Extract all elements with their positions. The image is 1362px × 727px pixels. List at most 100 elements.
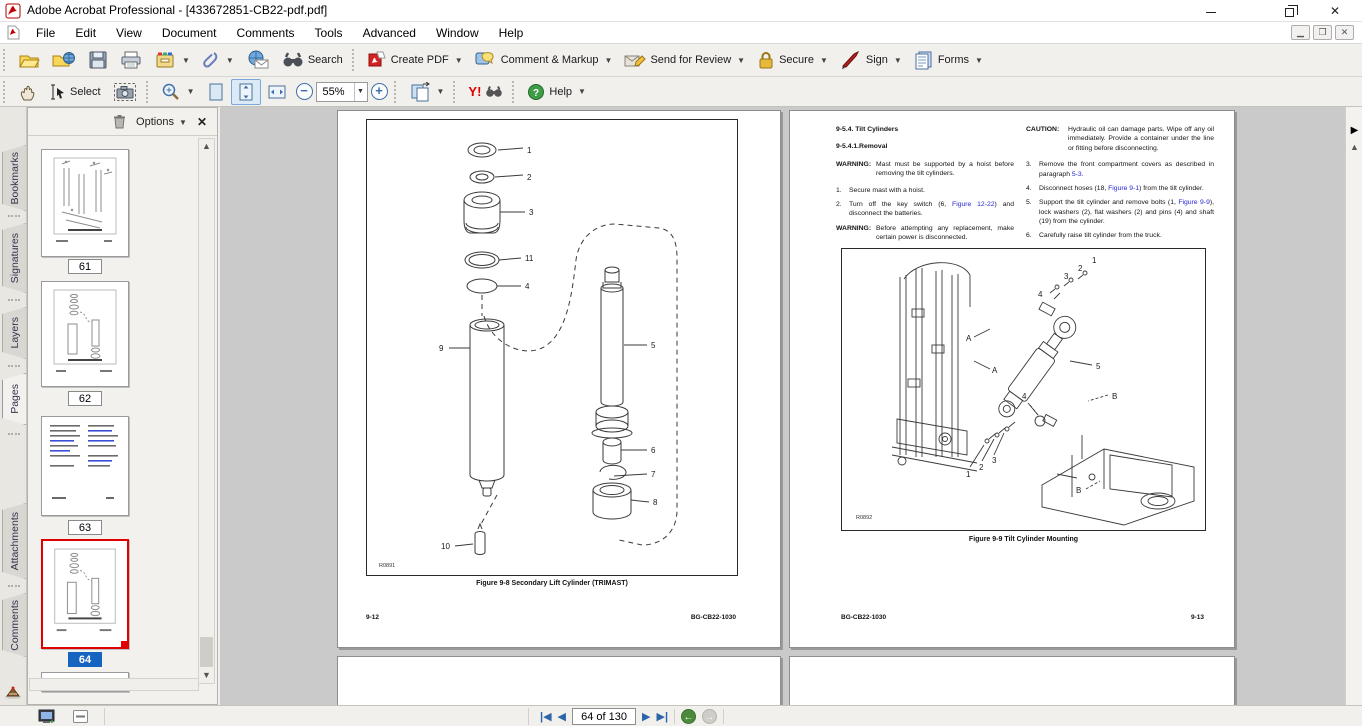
part-label: 4 (525, 282, 530, 291)
figure-9-8-caption: Figure 9-8 Secondary Lift Cylinder (TRIM… (366, 580, 738, 587)
email-button[interactable] (240, 47, 276, 73)
sidebar-tab-attachments[interactable]: Attachments (2, 503, 26, 579)
page-thumbnail-62[interactable] (41, 281, 129, 387)
fit-visible-button[interactable] (261, 79, 293, 105)
sidebar-tab-bookmarks[interactable]: Bookmarks (2, 145, 26, 211)
menu-advanced[interactable]: Advanced (353, 22, 426, 44)
options-menu-button[interactable]: Options ▼ (136, 116, 187, 128)
panel-close-icon[interactable]: ✕ (197, 115, 207, 129)
panel-horizontal-scrollbar[interactable] (29, 678, 199, 691)
mdi-minimize-button[interactable]: ▁ (1291, 25, 1310, 40)
box-icon[interactable] (72, 709, 89, 724)
save-button[interactable] (82, 47, 114, 73)
comment-markup-button[interactable]: Comment & Markup▼ (469, 47, 619, 73)
sidebar-tab-layers[interactable]: Layers (2, 307, 26, 359)
warning-block: WARNING: Mast must be supported by a hoi… (836, 160, 1014, 179)
scroll-down-icon[interactable]: ▼ (199, 668, 214, 683)
menu-view[interactable]: View (106, 22, 152, 44)
page-number-label[interactable]: 61 (68, 259, 102, 274)
step-text-part: . (1082, 171, 1084, 178)
part-label: B (1076, 486, 1081, 495)
next-view-icon[interactable]: → (702, 709, 717, 724)
last-page-icon[interactable]: ▶| (656, 707, 668, 727)
minimize-button[interactable] (1198, 2, 1224, 20)
figure-link[interactable]: Figure 9-1 (1108, 185, 1139, 192)
window-title: Adobe Acrobat Professional - [433672851-… (27, 3, 327, 17)
hand-tool-button[interactable] (12, 79, 44, 105)
create-pdf-button[interactable]: Create PDF▼ (361, 47, 469, 73)
page-thumbnail-63[interactable] (41, 416, 129, 516)
page-number-input[interactable] (572, 708, 636, 725)
send-for-review-button[interactable]: Send for Review▼ (618, 47, 751, 73)
first-page-icon[interactable]: |◀ (540, 707, 552, 727)
fit-width-button[interactable] (231, 79, 261, 105)
menu-file[interactable]: File (26, 22, 65, 44)
monitor-icon[interactable] (38, 709, 55, 724)
organizer-button[interactable]: ▼ (148, 47, 196, 73)
fit-page-button[interactable] (201, 79, 231, 105)
prev-page-icon[interactable]: ◀ (558, 707, 566, 727)
paragraph-link[interactable]: 5-3 (1072, 171, 1082, 178)
sidebar-tab-pages[interactable]: Pages (2, 373, 26, 425)
print-icon (120, 50, 142, 70)
email-icon (246, 50, 270, 70)
sidebar-tab-comments[interactable]: Comments (2, 593, 26, 657)
sign-button[interactable]: Sign▼ (834, 47, 908, 73)
page-number-label[interactable]: 63 (68, 520, 102, 535)
menu-tools[interactable]: Tools (305, 22, 353, 44)
page-number-label[interactable]: 62 (68, 391, 102, 406)
menu-comments[interactable]: Comments (227, 22, 305, 44)
trash-icon[interactable] (113, 114, 126, 129)
zoom-level-combo[interactable]: 55% ▼ (316, 82, 368, 102)
attach-file-button[interactable]: ▼ (196, 47, 240, 73)
zoom-tool-button[interactable]: ▼ (155, 79, 201, 105)
zoom-out-button[interactable]: − (296, 83, 313, 100)
select-tool-icon (50, 83, 66, 101)
forms-button[interactable]: Forms▼ (908, 47, 989, 73)
help-button[interactable]: ? Help▼ (521, 79, 592, 105)
comment-markup-icon (475, 50, 497, 70)
secure-button[interactable]: Secure▼ (751, 47, 834, 73)
menu-help[interactable]: Help (489, 22, 534, 44)
scrollbar-thumb[interactable] (200, 637, 213, 667)
page-footer-doc-id: BG-CB22-1030 (691, 614, 736, 621)
scroll-up-icon[interactable]: ▲ (1348, 141, 1361, 154)
panel-expand-icon[interactable]: ▶ (1348, 123, 1361, 139)
sidebar-tab-signatures[interactable]: Signatures (2, 223, 26, 293)
document-scrollbar[interactable]: ▶ ▲ (1345, 107, 1362, 705)
zoom-in-button[interactable]: + (371, 83, 388, 100)
snapshot-button[interactable] (107, 79, 143, 105)
open-button[interactable] (12, 47, 46, 73)
search-button[interactable]: Search (276, 47, 349, 73)
page-number-label-selected[interactable]: 64 (68, 652, 102, 667)
step-item: 2. Turn off the key switch (6, Figure 12… (836, 200, 1014, 219)
page-thumbnail-61[interactable] (41, 149, 129, 257)
dropdown-caret-icon: ▼ (578, 87, 586, 96)
open-web-button[interactable] (46, 47, 82, 73)
select-tool-button[interactable]: Select (44, 79, 107, 105)
page-display-button[interactable]: ▼ (403, 79, 451, 105)
scroll-up-icon[interactable]: ▲ (199, 139, 214, 154)
fit-visible-icon (267, 82, 287, 102)
step-number: 3. (1026, 160, 1039, 179)
previous-view-icon[interactable]: ← (681, 709, 696, 724)
mdi-restore-button[interactable]: ❒ (1313, 25, 1332, 40)
menu-edit[interactable]: Edit (65, 22, 106, 44)
print-button[interactable] (114, 47, 148, 73)
mdi-close-button[interactable]: ✕ (1335, 25, 1354, 40)
next-page-icon[interactable]: ▶ (642, 707, 650, 727)
figure-link[interactable]: Figure 9-9 (1178, 199, 1210, 206)
step-text-part: Disconnect hoses (18, (1039, 185, 1108, 192)
page-footer-doc-id: BG-CB22-1030 (841, 614, 886, 621)
menu-document[interactable]: Document (152, 22, 227, 44)
step-text-part: Carefully raise tilt cylinder from the t… (1039, 232, 1162, 239)
panel-vertical-scrollbar[interactable]: ▲ ▼ (198, 138, 215, 684)
figure-9-8-box: 1 2 3 11 4 9 5 6 7 8 10 R0891 (366, 119, 738, 576)
figure-link[interactable]: Figure 12-22 (952, 201, 995, 208)
yahoo-search-button[interactable]: Y! (462, 79, 509, 105)
menu-window[interactable]: Window (426, 22, 489, 44)
close-button[interactable]: ✕ (1322, 2, 1348, 20)
page-thumbnail-64-selected[interactable] (41, 539, 129, 649)
restore-button[interactable] (1276, 2, 1302, 20)
zoom-combo-caret-icon[interactable]: ▼ (354, 83, 367, 101)
